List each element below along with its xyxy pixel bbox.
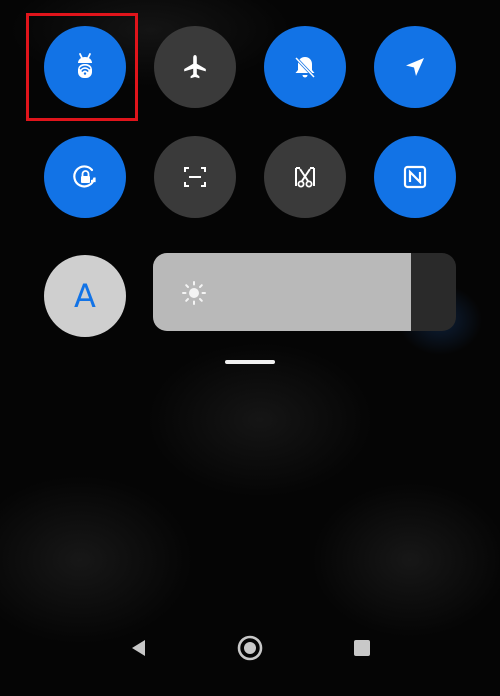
airplane-icon: [178, 50, 212, 84]
rotation-lock-icon: [68, 160, 102, 194]
font-size-button[interactable]: A: [44, 255, 126, 337]
font-size-label: A: [74, 277, 96, 315]
home-icon: [236, 634, 264, 666]
bell-off-icon: [288, 50, 322, 84]
location-toggle[interactable]: [374, 26, 456, 108]
panel-drag-handle[interactable]: [225, 360, 275, 364]
home-button[interactable]: [236, 634, 264, 666]
brightness-slider[interactable]: [153, 253, 456, 331]
back-button[interactable]: [124, 636, 152, 664]
airplane-mode-toggle[interactable]: [154, 26, 236, 108]
nfc-toggle[interactable]: [374, 136, 456, 218]
screenshot-icon: [178, 160, 212, 194]
quick-settings-panel: A: [0, 0, 500, 696]
navigation-bar: [0, 622, 500, 682]
selection-highlight: [26, 13, 138, 121]
partial-screenshot-toggle[interactable]: [264, 136, 346, 218]
scissors-icon: [288, 160, 322, 194]
nfc-icon: [398, 160, 432, 194]
recents-button[interactable]: [348, 636, 376, 664]
back-icon: [128, 638, 148, 662]
location-arrow-icon: [398, 50, 432, 84]
recents-icon: [352, 638, 372, 662]
auto-rotate-toggle[interactable]: [44, 136, 126, 218]
screenshot-toggle[interactable]: [154, 136, 236, 218]
mute-toggle[interactable]: [264, 26, 346, 108]
sun-icon: [181, 280, 207, 306]
